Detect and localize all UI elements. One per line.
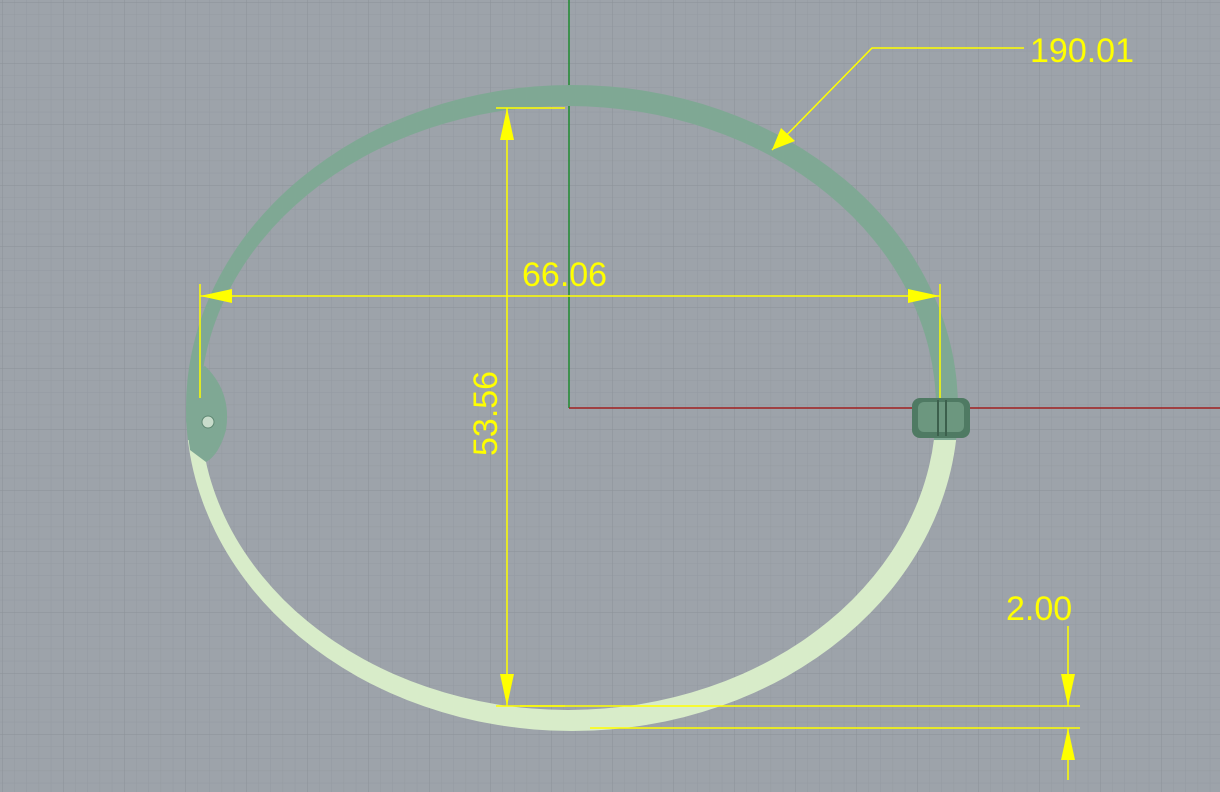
right-pin[interactable] xyxy=(912,398,970,438)
height-label: 53.56 xyxy=(467,371,505,456)
arc-length-label: 190.01 xyxy=(1030,32,1134,70)
width-label: 66.06 xyxy=(522,256,607,294)
ring-part[interactable] xyxy=(0,0,1220,792)
cad-viewport[interactable]: 190.01 66.06 53.56 2.00 xyxy=(0,0,1220,792)
left-hinge-hole xyxy=(201,415,215,429)
thickness-label: 2.00 xyxy=(1006,590,1072,628)
